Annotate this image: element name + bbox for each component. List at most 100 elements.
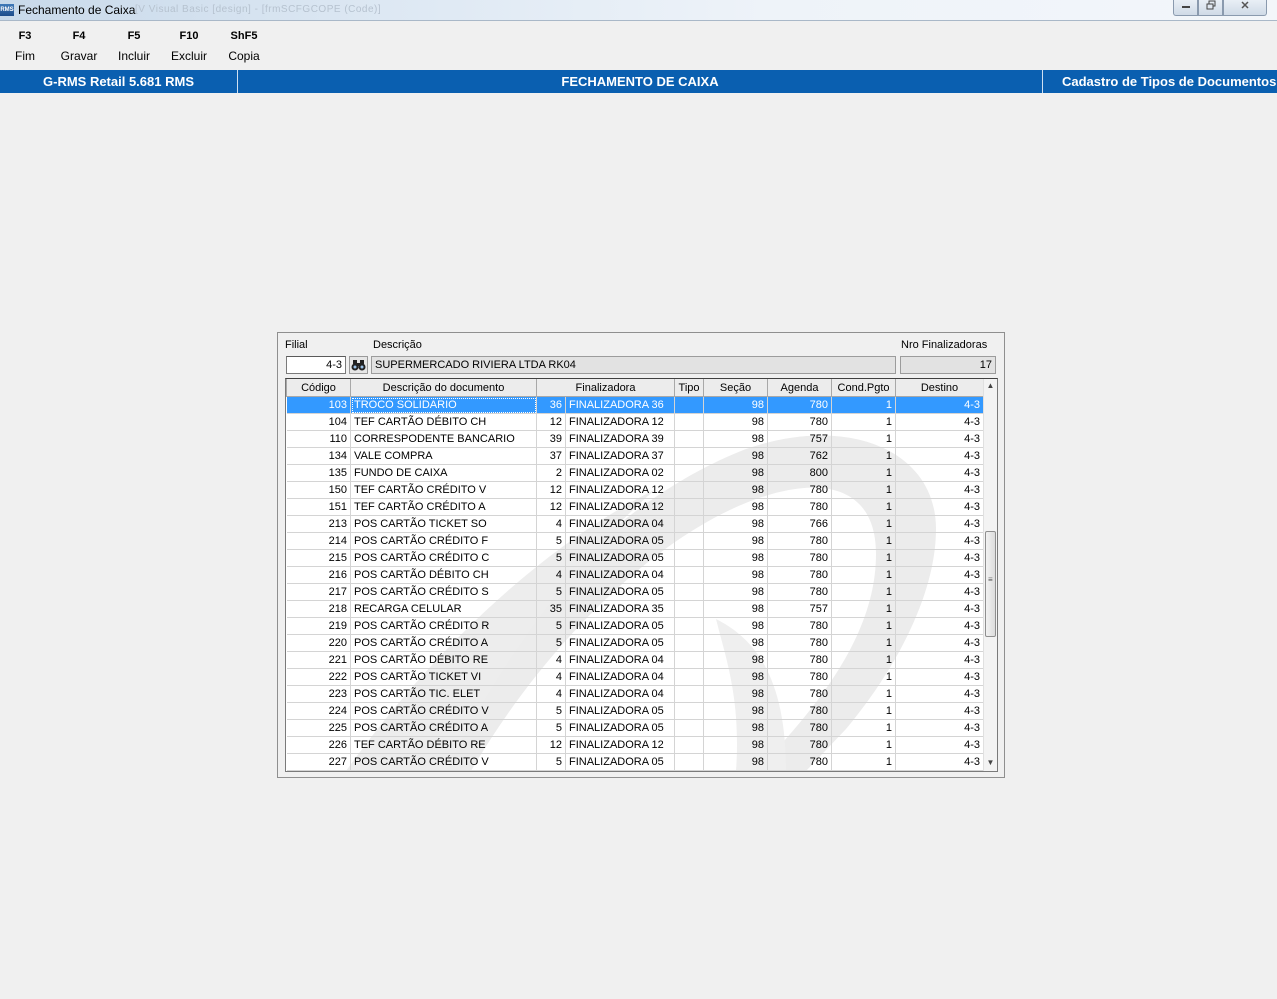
table-row[interactable]: 135 FUNDO DE CAIXA 2 FINALIZADORA 02 98 800 1 4… xyxy=(286,464,983,482)
cell-destino: 4-3 xyxy=(895,617,983,635)
table-row[interactable]: 219 POS CARTÃO CRÉDITO R 5 FINALIZADORA 05 9… xyxy=(286,617,983,635)
cell-finalizadora-num: 4 xyxy=(536,515,566,533)
table-row[interactable]: 218 RECARGA CELULAR 35 FINALIZADORA 35 98 757… xyxy=(286,600,983,618)
cell-secao: 98 xyxy=(703,600,769,618)
cell-descricao: RECARGA CELULAR xyxy=(350,600,537,618)
close-button[interactable] xyxy=(1223,0,1267,16)
table-row[interactable]: 216 POS CARTÃO DÉBITO CH 4 FINALIZADORA 04 9… xyxy=(286,566,983,584)
cell-agenda: 780 xyxy=(767,583,833,601)
header-tipo[interactable]: Tipo xyxy=(674,379,705,397)
cell-tipo xyxy=(674,515,705,533)
header-secao[interactable]: Seção xyxy=(703,379,769,397)
cell-destino: 4-3 xyxy=(895,498,983,516)
cell-finalizadora-nome: FINALIZADORA 12 xyxy=(565,413,676,431)
cell-destino: 4-3 xyxy=(895,447,983,465)
cell-secao: 98 xyxy=(703,515,769,533)
table-row[interactable]: 213 POS CARTÃO TICKET SO 4 FINALIZADORA 04 9… xyxy=(286,515,983,533)
table-row[interactable]: 134 VALE COMPRA 37 FINALIZADORA 37 98 762 1 4-3 xyxy=(286,447,983,465)
cell-tipo xyxy=(674,719,705,737)
header-finalizadora[interactable]: Finalizadora xyxy=(535,379,676,397)
cell-descricao: POS CARTÃO CRÉDITO V xyxy=(350,702,537,720)
excluir-button[interactable]: F10 Excluir xyxy=(164,30,214,63)
scroll-up-button[interactable]: ▲ xyxy=(984,379,997,393)
scrollbar-thumb[interactable]: ≡ xyxy=(985,531,996,637)
header-destino[interactable]: Destino xyxy=(895,379,983,397)
cell-finalizadora-nome: FINALIZADORA 12 xyxy=(565,736,676,754)
cell-tipo xyxy=(674,566,705,584)
cell-codigo: 151 xyxy=(286,498,351,516)
cell-finalizadora-nome: FINALIZADORA 05 xyxy=(565,617,676,635)
header-agenda[interactable]: Agenda xyxy=(767,379,833,397)
minimize-button[interactable] xyxy=(1173,0,1198,16)
gravar-label: Gravar xyxy=(60,49,98,63)
screen-title: Cadastro de Tipos de Documentos xyxy=(1062,74,1277,89)
cell-finalizadora-num: 4 xyxy=(536,566,566,584)
fim-button[interactable]: F3 Fim xyxy=(0,30,50,63)
vertical-scrollbar[interactable]: ▲ ≡ ▼ xyxy=(983,379,997,771)
gravar-button[interactable]: F4 Gravar xyxy=(54,30,104,63)
cell-descricao: TROCO SOLIDARIO xyxy=(350,396,537,414)
cell-finalizadora-num: 12 xyxy=(536,736,566,754)
cell-codigo: 150 xyxy=(286,481,351,499)
copia-button[interactable]: ShF5 Copia xyxy=(219,30,269,63)
table-row[interactable]: 217 POS CARTÃO CRÉDITO S 5 FINALIZADORA 05 9… xyxy=(286,583,983,601)
table-row[interactable]: 103 TROCO SOLIDARIO 36 FINALIZADORA 36 98 780… xyxy=(286,396,983,414)
cell-tipo xyxy=(674,447,705,465)
table-row[interactable]: 215 POS CARTÃO CRÉDITO C 5 FINALIZADORA 05 9… xyxy=(286,549,983,567)
table-row[interactable]: 226 TEF CARTÃO DÉBITO RE 12 FINALIZADORA 12… xyxy=(286,736,983,754)
cell-finalizadora-nome: FINALIZADORA 12 xyxy=(565,481,676,499)
header-codigo[interactable]: Código xyxy=(286,379,351,397)
cell-finalizadora-num: 5 xyxy=(536,549,566,567)
cell-codigo: 104 xyxy=(286,413,351,431)
filial-input[interactable]: 4-3 xyxy=(286,356,346,374)
cell-agenda: 780 xyxy=(767,702,833,720)
cell-finalizadora-num: 2 xyxy=(536,464,566,482)
cell-descricao: POS CARTÃO TICKET VI xyxy=(350,668,537,686)
cell-descricao: FUNDO DE CAIXA xyxy=(350,464,537,482)
table-row[interactable]: 151 TEF CARTÃO CRÉDITO A 12 FINALIZADORA 12… xyxy=(286,498,983,516)
nro-finalizadoras-label: Nro Finalizadoras xyxy=(901,339,988,351)
cell-cond-pgto: 1 xyxy=(831,719,897,737)
incluir-key: F5 xyxy=(127,30,141,42)
cell-destino: 4-3 xyxy=(895,719,983,737)
cell-tipo xyxy=(674,600,705,618)
table-row[interactable]: 227 POS CARTÃO CRÉDITO V 5 FINALIZADORA 05 9… xyxy=(286,753,983,771)
cell-secao: 98 xyxy=(703,413,769,431)
cell-finalizadora-nome: FINALIZADORA 35 xyxy=(565,600,676,618)
cell-destino: 4-3 xyxy=(895,583,983,601)
table-row[interactable]: 225 POS CARTÃO CRÉDITO A 5 FINALIZADORA 05 9… xyxy=(286,719,983,737)
incluir-button[interactable]: F5 Incluir xyxy=(109,30,159,63)
scroll-down-button[interactable]: ▼ xyxy=(984,756,997,770)
title-bar: RMS Fechamento de Caixa [V Visual Basic … xyxy=(0,0,1277,21)
cell-descricao: POS CARTÃO CRÉDITO F xyxy=(350,532,537,550)
descricao-field: SUPERMERCADO RIVIERA LTDA RK04 xyxy=(371,356,896,374)
table-row[interactable]: 110 CORRESPODENTE BANCARIO 39 FINALIZADORA … xyxy=(286,430,983,448)
table-row[interactable]: 220 POS CARTÃO CRÉDITO A 5 FINALIZADORA 05 9… xyxy=(286,634,983,652)
find-button[interactable] xyxy=(349,356,368,374)
cell-tipo xyxy=(674,702,705,720)
cell-destino: 4-3 xyxy=(895,600,983,618)
cell-descricao: POS CARTÃO CRÉDITO R xyxy=(350,617,537,635)
table-row[interactable]: 214 POS CARTÃO CRÉDITO F 5 FINALIZADORA 05 9… xyxy=(286,532,983,550)
document-grid[interactable]: Código Descrição do documento Finalizado… xyxy=(285,378,998,772)
cell-agenda: 780 xyxy=(767,566,833,584)
cell-finalizadora-nome: FINALIZADORA 37 xyxy=(565,447,676,465)
table-row[interactable]: 222 POS CARTÃO TICKET VI 4 FINALIZADORA 04 9… xyxy=(286,668,983,686)
table-row[interactable]: 224 POS CARTÃO CRÉDITO V 5 FINALIZADORA 05 9… xyxy=(286,702,983,720)
close-icon xyxy=(1241,1,1249,9)
nro-finalizadoras-field: 17 xyxy=(900,356,996,374)
cell-tipo xyxy=(674,685,705,703)
header-descricao[interactable]: Descrição do documento xyxy=(350,379,537,397)
table-row[interactable]: 223 POS CARTÃO TIC. ELET 4 FINALIZADORA 04 9… xyxy=(286,685,983,703)
restore-button[interactable] xyxy=(1198,0,1223,16)
table-row[interactable]: 104 TEF CARTÃO DÉBITO CH 12 FINALIZADORA 12… xyxy=(286,413,983,431)
table-row[interactable]: 150 TEF CARTÃO CRÉDITO V 12 FINALIZADORA 12… xyxy=(286,481,983,499)
restore-icon xyxy=(1206,0,1215,10)
table-row[interactable]: 221 POS CARTÃO DÉBITO RE 4 FINALIZADORA 04 9… xyxy=(286,651,983,669)
cell-finalizadora-nome: FINALIZADORA 05 xyxy=(565,583,676,601)
cell-finalizadora-num: 4 xyxy=(536,651,566,669)
header-cond-pgto[interactable]: Cond.Pgto xyxy=(831,379,897,397)
cell-secao: 98 xyxy=(703,447,769,465)
cell-codigo: 213 xyxy=(286,515,351,533)
cell-cond-pgto: 1 xyxy=(831,532,897,550)
